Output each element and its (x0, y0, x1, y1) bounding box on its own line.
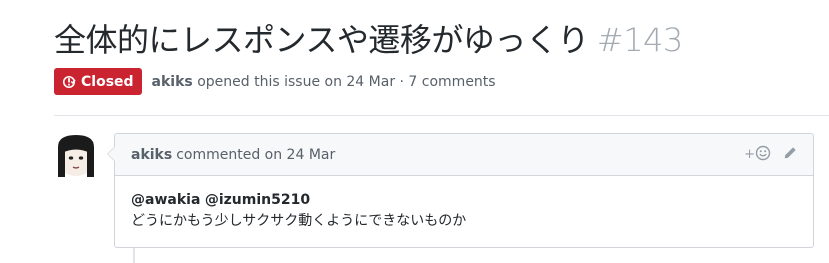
issue-opened-text: opened this issue on 24 Mar · 7 comments (197, 73, 496, 90)
issue-title: 全体的にレスポンスや遷移がゆっくり (54, 21, 589, 59)
mention-link[interactable]: @awakia (131, 192, 200, 208)
timeline-line (133, 248, 135, 263)
issue-header: 全体的にレスポンスや遷移がゆっくり #143 Closed akiks opene… (54, 18, 829, 95)
pencil-icon (783, 146, 797, 164)
edit-comment-button[interactable] (783, 146, 797, 164)
comment-mentions-line: @awakia @izumin5210 (131, 190, 797, 211)
avatar[interactable] (54, 133, 98, 177)
closed-state-badge: Closed (54, 68, 142, 95)
comment-timestamp-link[interactable]: commented on 24 Mar (176, 147, 335, 163)
comment-header: akiks commented on 24 Mar + (115, 134, 813, 176)
comment-author-link[interactable]: akiks (131, 147, 172, 163)
comment-text: どうにかもう少しサクサク動くようにできないものか (131, 213, 467, 229)
comment-box: akiks commented on 24 Mar + @awakia @izu… (107, 133, 814, 248)
issue-meta-text: akiks opened this issue on 24 Mar · 7 co… (152, 74, 496, 90)
issue-closed-icon (62, 75, 76, 89)
comment-body: @awakia @izumin5210 どうにかもう少しサクサク動くようにできな… (115, 176, 813, 232)
add-reaction-button[interactable]: + (744, 145, 771, 165)
comment-actions: + (744, 145, 797, 165)
header-divider (54, 115, 829, 116)
issue-meta: Closed akiks opened this issue on 24 Mar… (54, 68, 496, 95)
issue-title-row: 全体的にレスポンスや遷移がゆっくり #143 (54, 18, 829, 62)
smiley-icon (755, 145, 771, 165)
state-label: Closed (81, 73, 134, 90)
issue-number: #143 (596, 21, 683, 59)
reaction-plus-label: + (744, 147, 755, 162)
mention-link[interactable]: @izumin5210 (205, 192, 310, 208)
issue-author-link[interactable]: akiks (152, 74, 193, 90)
